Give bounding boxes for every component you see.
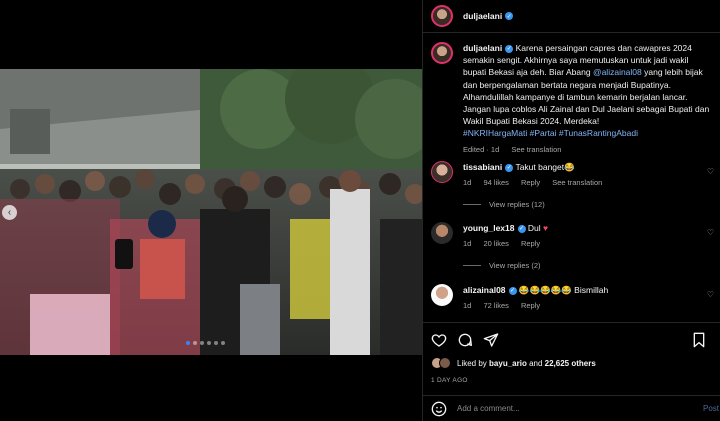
post-comment-button[interactable]: Post (703, 404, 719, 413)
author-username[interactable]: duljaelani (463, 11, 502, 21)
verified-badge-icon: ✓ (505, 163, 514, 172)
caption-text-block: duljaelani ✓ Karena persaingan capres dan… (463, 42, 713, 156)
liked-by-and: and (529, 358, 543, 368)
comment-item: young_lex18 ✓ Dul ♥ 1d 20 likes Reply ♡ (431, 222, 716, 250)
carousel-dot-3 (200, 341, 204, 345)
heart-icon[interactable]: ♡ (707, 228, 714, 237)
liked-by-others[interactable]: 22,625 others (545, 359, 596, 368)
emoji-icon[interactable] (431, 401, 447, 417)
carousel-dot-1 (186, 341, 190, 345)
commenter-avatar[interactable] (431, 284, 453, 306)
caption-see-translation[interactable]: See translation (511, 145, 561, 154)
post-sidebar: duljaelani ✓ duljaelani ✓ Karena persaing… (422, 0, 720, 421)
share-icon[interactable] (483, 332, 499, 348)
heart-icon[interactable]: ♡ (707, 167, 714, 176)
comment-item: tissabiani ✓ Takut banget😂 1d 94 likes Re… (431, 161, 716, 189)
verified-badge-icon: ✓ (517, 224, 526, 233)
post-media: ‹ (0, 0, 422, 421)
comment-text: Dul (527, 223, 541, 233)
verified-badge-icon: ✓ (508, 286, 517, 295)
liked-by-user[interactable]: bayu_ario (489, 359, 527, 368)
view-replies-button[interactable]: View replies (2) (463, 261, 541, 270)
comment-body: alizainal08 ✓ 😂😂😂😂😂 Bismillah 1d 72 likes… (463, 284, 716, 312)
liked-by-text: Liked by bayu_ario and 22,625 others (457, 359, 596, 368)
comment-username[interactable]: alizainal08 (463, 285, 506, 295)
post-date[interactable]: 1 DAY AGO (431, 377, 468, 384)
comment-reply-button[interactable]: Reply (521, 178, 540, 187)
chevron-left-icon: ‹ (7, 207, 12, 218)
liker-avatar (439, 357, 451, 369)
commenter-avatar[interactable] (431, 222, 453, 244)
heart-icon[interactable] (431, 332, 447, 348)
comment-text: Takut banget😂 (515, 162, 575, 172)
comment-input[interactable] (457, 404, 687, 413)
post-caption: duljaelani ✓ Karena persaingan capres dan… (431, 42, 716, 156)
caption-hashtags[interactable]: #NKRIHargaMati #Partai #TunasRantingAbad… (463, 128, 638, 138)
heart-icon[interactable]: ♡ (707, 290, 714, 299)
comment-reply-button[interactable]: Reply (521, 301, 540, 310)
caption-username[interactable]: duljaelani (463, 43, 502, 53)
caption-edited-time: Edited · 1d (463, 144, 500, 154)
liked-by: Liked by bayu_ario and 22,625 others (431, 357, 596, 369)
carousel-indicator (186, 341, 225, 345)
author-avatar[interactable] (431, 5, 453, 27)
crowd-photo-illustration (0, 69, 422, 355)
post-photo[interactable] (0, 69, 422, 355)
carousel-dot-5 (214, 341, 218, 345)
post-header: duljaelani ✓ (423, 0, 720, 33)
comment-icon[interactable] (457, 332, 473, 348)
carousel-prev-button[interactable]: ‹ (2, 205, 17, 220)
comment-item: alizainal08 ✓ 😂😂😂😂😂 Bismillah 1d 72 likes… (431, 284, 716, 312)
comment-body: tissabiani ✓ Takut banget😂 1d 94 likes Re… (463, 161, 716, 189)
comment-time: 1d (463, 178, 472, 187)
comment-meta: 1d 72 likes Reply (463, 300, 716, 312)
carousel-dot-4 (207, 341, 211, 345)
verified-badge-icon: ✓ (505, 44, 514, 53)
instagram-post-modal: ‹ duljaelani ✓ duljaelani ✓ Karena persai… (0, 0, 720, 421)
verified-badge-icon: ✓ (505, 12, 514, 20)
post-actions (423, 322, 720, 356)
comment-body: young_lex18 ✓ Dul ♥ 1d 20 likes Reply (463, 222, 716, 250)
comment-see-translation[interactable]: See translation (552, 178, 602, 187)
comment-likes[interactable]: 94 likes (483, 178, 508, 187)
liked-by-prefix: Liked by (457, 358, 487, 368)
view-replies-button[interactable]: View replies (12) (463, 200, 545, 209)
comment-meta: 1d 20 likes Reply (463, 238, 716, 250)
commenter-avatar[interactable] (431, 161, 453, 183)
caption-mention-link[interactable]: @alizainal08 (593, 67, 642, 77)
carousel-dot-6 (221, 341, 225, 345)
comment-time: 1d (463, 239, 472, 248)
comment-likes[interactable]: 72 likes (483, 301, 508, 310)
comment-time: 1d (463, 301, 472, 310)
comment-composer: Post (423, 395, 720, 421)
comment-reply-button[interactable]: Reply (521, 239, 540, 248)
caption-meta: Edited · 1d See translation (463, 144, 713, 156)
comment-likes[interactable]: 20 likes (483, 239, 508, 248)
bookmark-icon[interactable] (691, 332, 707, 348)
comment-username[interactable]: young_lex18 (463, 223, 515, 233)
comment-text: 😂😂😂😂😂 Bismillah (518, 285, 609, 295)
comment-meta: 1d 94 likes Reply See translation (463, 177, 716, 189)
comment-username[interactable]: tissabiani (463, 162, 502, 172)
carousel-dot-2 (193, 341, 197, 345)
red-heart-icon: ♥ (540, 223, 549, 233)
caption-author-avatar[interactable] (431, 42, 453, 64)
